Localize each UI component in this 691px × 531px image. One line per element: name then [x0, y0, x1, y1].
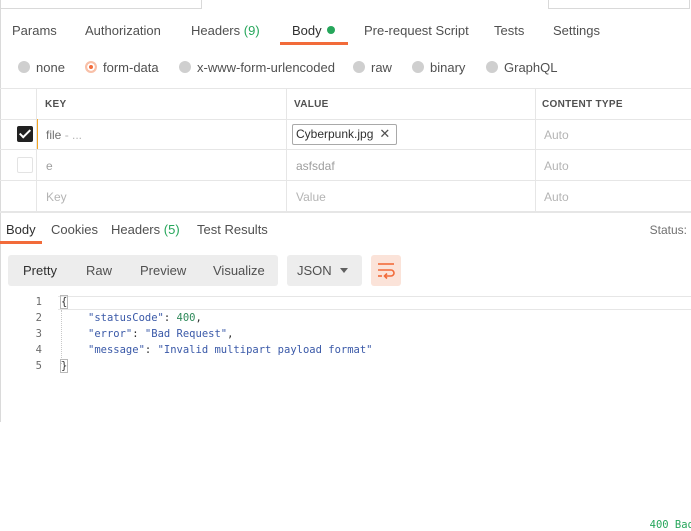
radio-x-www-form-urlencoded[interactable]: x-www-form-urlencoded: [179, 60, 335, 75]
table-row-new: Key Value Auto: [0, 181, 691, 212]
current-line-highlight: [58, 296, 691, 310]
code-close-brace: }: [59, 359, 69, 373]
radio-circle-icon: [353, 61, 365, 73]
response-headers-count: (5): [163, 222, 180, 237]
tab-headers[interactable]: Headers (9): [191, 23, 260, 38]
table-header: KEY VALUE CONTENT TYPE: [0, 88, 691, 120]
wrap-lines-button[interactable]: [371, 255, 401, 286]
row-enabled-checkbox[interactable]: [17, 157, 33, 173]
key-text: e: [46, 159, 53, 173]
view-pretty-button[interactable]: Pretty: [23, 263, 57, 278]
response-tab-body[interactable]: Body: [6, 222, 36, 237]
radio-binary[interactable]: binary: [412, 60, 465, 75]
line-number: 3: [35, 328, 42, 340]
radio-selected-icon: [85, 61, 97, 73]
view-raw-button[interactable]: Raw: [86, 263, 112, 278]
value-column: VALUE: [286, 89, 535, 119]
headers-count: (9): [243, 23, 260, 38]
tab-tests[interactable]: Tests: [494, 23, 524, 38]
key-placeholder: Key: [46, 190, 67, 204]
code-open-brace: {: [59, 295, 69, 309]
radio-circle-icon: [486, 61, 498, 73]
line-number: 5: [35, 360, 42, 372]
key-header: KEY: [45, 99, 67, 110]
content-type-cell[interactable]: Auto: [535, 119, 691, 149]
json-key: "error": [88, 328, 133, 340]
json-number: 400: [176, 312, 196, 324]
code-line: "error": "Bad Request",: [88, 328, 234, 340]
top-strip: [0, 0, 691, 14]
row-enabled-checkbox[interactable]: [17, 126, 33, 142]
response-tab-test-results[interactable]: Test Results: [197, 222, 268, 237]
table-row: e asfsdaf Auto: [0, 150, 691, 181]
code-line: "statusCode": 400,: [88, 312, 202, 324]
value-placeholder: Value: [296, 190, 326, 204]
content-type-column: CONTENT TYPE: [535, 89, 691, 119]
file-chip[interactable]: Cyberpunk.jpg ✕: [292, 124, 398, 145]
radio-circle-icon: [18, 61, 30, 73]
table-row: file - ... Cyberpunk.jpg ✕ Auto: [0, 119, 691, 150]
content-type-value: Auto: [544, 159, 569, 173]
indent-guide: [61, 310, 63, 364]
json-string: "Bad Request": [144, 328, 228, 340]
send-button-edge: [548, 0, 690, 9]
content-type-placeholder: Auto: [544, 190, 569, 204]
key-column: KEY: [36, 89, 286, 119]
radio-circle-icon: [412, 61, 424, 73]
code-line: "message": "Invalid multipart payload fo…: [88, 344, 373, 356]
response-tabs: Body Cookies Headers (5) Test Results St…: [0, 212, 691, 531]
value-input[interactable]: Value: [286, 181, 535, 211]
body-active-dot-icon: [326, 26, 335, 34]
wrap-lines-icon: [378, 263, 395, 280]
request-tabs: Params Authorization Headers (9) Body Pr…: [0, 14, 691, 46]
json-key: "message": [88, 344, 145, 356]
view-mode-bar: Pretty Raw Preview Visualize: [8, 255, 278, 286]
file-name: Cyberpunk.jpg: [296, 127, 374, 141]
content-type-input[interactable]: Auto: [535, 181, 691, 211]
line-number: 4: [35, 344, 42, 356]
response-tab-underline: [0, 241, 42, 244]
view-preview-button[interactable]: Preview: [140, 263, 186, 278]
key-text: file: [46, 128, 62, 142]
response-status: Status: 400 Bad: [650, 223, 691, 531]
content-type-cell[interactable]: Auto: [535, 150, 691, 180]
key-input[interactable]: Key: [36, 181, 286, 211]
content-type-value: Auto: [544, 128, 569, 142]
tab-pre-request-script[interactable]: Pre-request Script: [364, 23, 469, 38]
radio-none[interactable]: none: [18, 60, 65, 75]
value-text: asfsdaf: [296, 159, 335, 173]
chevron-down-icon: [340, 268, 348, 273]
url-bar-edge: [0, 0, 202, 9]
format-selected: JSON: [297, 263, 332, 278]
json-key: "statusCode": [88, 312, 164, 324]
radio-raw[interactable]: raw: [353, 60, 392, 75]
value-header: VALUE: [294, 99, 329, 110]
key-cell[interactable]: e: [36, 150, 286, 180]
json-string: "Invalid multipart payload format": [157, 344, 373, 356]
content-type-header: CONTENT TYPE: [542, 99, 623, 110]
view-visualize-button[interactable]: Visualize: [213, 263, 265, 278]
line-number: 2: [35, 312, 42, 324]
response-tab-cookies[interactable]: Cookies: [51, 222, 98, 237]
value-cell[interactable]: asfsdaf: [286, 150, 535, 180]
status-code: 400 Bad: [649, 519, 691, 531]
response-tab-headers[interactable]: Headers (5): [111, 222, 180, 237]
format-dropdown[interactable]: JSON: [287, 255, 362, 286]
tab-body[interactable]: Body: [292, 23, 335, 38]
tab-settings[interactable]: Settings: [553, 23, 600, 38]
tab-params[interactable]: Params: [12, 23, 57, 38]
tab-authorization[interactable]: Authorization: [85, 23, 161, 38]
radio-graphql[interactable]: GraphQL: [486, 60, 557, 75]
radio-form-data[interactable]: form-data: [85, 60, 159, 75]
close-icon[interactable]: ✕: [379, 126, 390, 141]
line-number: 1: [35, 296, 42, 308]
key-type-hint: - ...: [64, 128, 83, 142]
radio-circle-icon: [179, 61, 191, 73]
key-cell[interactable]: file - ...: [36, 119, 286, 149]
tab-body-underline: [280, 42, 348, 45]
body-type-selector: none form-data x-www-form-urlencoded raw…: [0, 56, 691, 80]
